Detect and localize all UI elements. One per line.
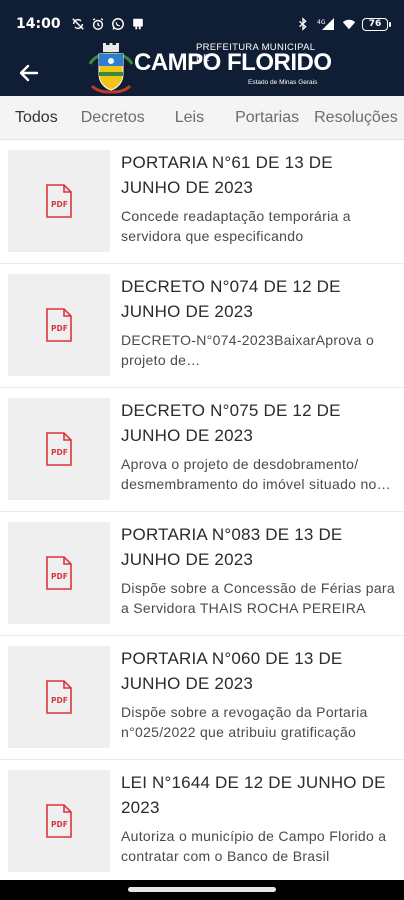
document-thumbnail: PDF (8, 398, 110, 500)
app-header: PREFEITURA MUNICIPAL DE CAMPO FLORIDO Es… (0, 42, 404, 96)
document-thumbnail: PDF (8, 522, 110, 624)
arrow-left-icon (19, 64, 39, 82)
category-tabs: Todos Decretos Leis Portarias Resoluções (0, 96, 404, 140)
pdf-file-icon: PDF (46, 184, 72, 218)
back-button[interactable] (10, 54, 48, 92)
logo-sub-text: Estado de Minas Gerais (248, 79, 318, 86)
battery-icon: 76 (362, 17, 391, 31)
document-thumbnail: PDF (8, 770, 110, 872)
status-bar: 14:00 4G 76 (0, 0, 404, 48)
document-card[interactable]: PDF DECRETO N°074 DE 12 DE JUNHO DE 2023… (0, 264, 404, 388)
document-card[interactable]: PDF PORTARIA N°61 DE 13 DE JUNHO DE 2023… (0, 140, 404, 264)
svg-text:PDF: PDF (51, 448, 68, 457)
pdf-file-icon: PDF (46, 308, 72, 342)
tab-portarias[interactable]: Portarias (235, 109, 299, 127)
alarm-icon (92, 18, 103, 30)
status-left: 14:00 (16, 16, 145, 32)
document-title: LEI N°1644 DE 12 DE JUNHO DE 2023 (121, 773, 386, 817)
pdf-file-icon: PDF (46, 680, 72, 714)
document-card[interactable]: PDF PORTARIA N°060 DE 13 DE JUNHO DE 202… (0, 636, 404, 760)
document-title: DECRETO N°075 DE 12 DE JUNHO DE 2023 (121, 401, 341, 445)
pdf-file-icon: PDF (46, 556, 72, 590)
app-notification-icon (132, 18, 143, 30)
document-description: Aprova o projeto de desdobramento/ desme… (121, 456, 377, 492)
coat-of-arms-icon (88, 43, 134, 94)
signal-label: 4G (317, 19, 326, 26)
document-description: Dispõe sobre a revogação da Portaria n°0… (121, 704, 368, 740)
document-title: PORTARIA N°060 DE 13 DE JUNHO DE 2023 (121, 649, 343, 693)
tab-todos[interactable]: Todos (15, 109, 58, 127)
document-title: DECRETO N°074 DE 12 DE JUNHO DE 2023 (121, 277, 341, 321)
tab-resolucoes[interactable]: Resoluções (314, 109, 398, 127)
status-time: 14:00 (16, 16, 61, 32)
document-description: Autoriza o município de Campo Florido a … (121, 828, 387, 864)
document-thumbnail: PDF (8, 646, 110, 748)
battery-level: 76 (368, 18, 382, 29)
svg-text:PDF: PDF (51, 572, 68, 581)
wifi-icon (342, 19, 356, 30)
home-gesture-handle[interactable] (128, 887, 276, 892)
logo-main-text: CAMPO FLORIDO (134, 49, 332, 76)
document-thumbnail: PDF (8, 274, 110, 376)
document-title: PORTARIA N°083 DE 13 DE JUNHO DE 2023 (121, 525, 343, 569)
status-right: 4G 76 (296, 17, 391, 31)
document-card[interactable]: PDF PORTARIA N°083 DE 13 DE JUNHO DE 202… (0, 512, 404, 636)
pdf-file-icon: PDF (46, 804, 72, 838)
svg-text:PDF: PDF (51, 696, 68, 705)
document-card[interactable]: PDF DECRETO N°075 DE 12 DE JUNHO DE 2023… (0, 388, 404, 512)
document-description: DECRETO-N°074-2023BaixarAprova o projeto… (121, 332, 375, 368)
tab-leis[interactable]: Leis (175, 109, 204, 127)
sync-off-icon (71, 18, 84, 30)
svg-text:PDF: PDF (51, 324, 68, 333)
pdf-file-icon: PDF (46, 432, 72, 466)
document-card[interactable]: PDF LEI N°1644 DE 12 DE JUNHO DE 2023 Au… (0, 760, 404, 884)
document-description: Concede readaptação temporária a servido… (121, 208, 351, 244)
document-list: PDF PORTARIA N°61 DE 13 DE JUNHO DE 2023… (0, 140, 404, 884)
system-navigation-bar (0, 880, 404, 900)
document-thumbnail: PDF (8, 150, 110, 252)
svg-text:PDF: PDF (51, 820, 68, 829)
whatsapp-icon (111, 18, 124, 30)
municipality-logo: PREFEITURA MUNICIPAL DE CAMPO FLORIDO Es… (88, 42, 332, 96)
tab-decretos[interactable]: Decretos (81, 109, 145, 127)
cellular-4g-icon: 4G (317, 18, 334, 30)
svg-text:PDF: PDF (51, 200, 68, 209)
document-title: PORTARIA N°61 DE 13 DE JUNHO DE 2023 (121, 153, 333, 197)
bluetooth-icon (299, 17, 307, 31)
document-description: Dispõe sobre a Concessão de Férias para … (121, 580, 395, 616)
